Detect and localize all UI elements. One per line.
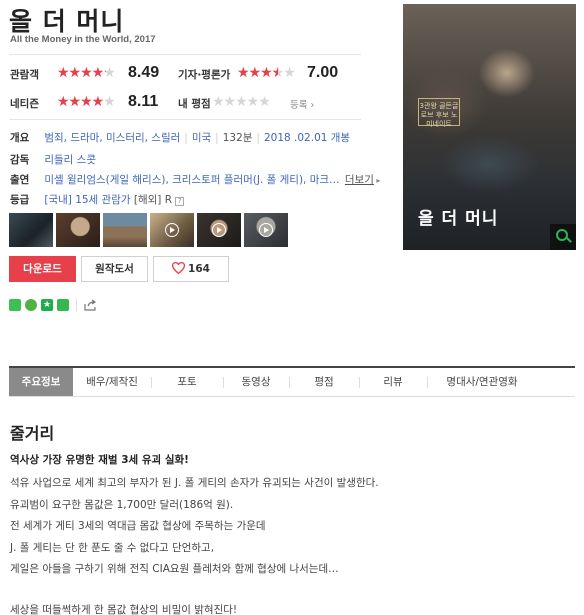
audience-stars: ★★★★★★★★★★ (57, 65, 116, 81)
overview-row: 개요 범죄, 드라마, 미스터리, 스릴러 | 미국 | 132분 | 2018 .02.0… (10, 130, 350, 145)
foreign-grade: [해외] R (133, 194, 173, 206)
synopsis-line: 전 세계가 게티 3세의 역대급 몸값 협상에 주목하는 가운데 (10, 520, 266, 532)
blog-share-icon[interactable] (9, 299, 21, 311)
separator (76, 299, 77, 311)
download-button[interactable]: 다운로드 (9, 256, 76, 282)
like-count: 164 (188, 263, 210, 275)
question-icon[interactable]: ? (175, 197, 185, 206)
director-row: 감독 리들리 스콧 (10, 152, 96, 167)
tab-photos[interactable]: 포토 (151, 368, 223, 396)
poster-title: 올 더 머니 (418, 209, 499, 229)
release-date-link[interactable]: 2018 .02.01 개봉 (264, 132, 350, 144)
poster-award-badge: 3관왕 골든글로브 후보 노미네이트 (418, 98, 460, 128)
media-thumbnails (9, 213, 288, 247)
my-rating-label: 내 평점 (178, 98, 211, 110)
chevron-right-icon: › (310, 100, 315, 111)
tab-reviews[interactable]: 리뷰 (359, 368, 427, 396)
grade-label: 등급 (10, 194, 30, 206)
divider (9, 54, 361, 55)
play-icon (259, 223, 273, 237)
director-label: 감독 (10, 154, 30, 166)
like-button[interactable]: 164 (153, 256, 229, 282)
synopsis-line: J. 폴 게티는 단 한 푼도 줄 수 없다고 단언하고, (10, 541, 215, 554)
video-thumbnail[interactable] (244, 213, 288, 247)
video-thumbnail[interactable] (197, 213, 241, 247)
zoom-icon[interactable] (550, 224, 576, 250)
synopsis-body: 역사상 가장 유명한 재벌 3세 유괴 실화! 석유 사업으로 세계 최고의 부… (10, 452, 570, 615)
audience-rating-label: 관람객 (10, 69, 39, 81)
netizen-score: 8.11 (128, 93, 159, 110)
tab-quotes-related[interactable]: 명대사/연관영화 (427, 368, 537, 396)
star-share-icon[interactable]: ★ (41, 299, 53, 311)
bookmark-share-icon[interactable] (57, 299, 69, 311)
cast-more-link[interactable]: 더보기 (345, 174, 374, 186)
tab-bar: 주요정보 배우/제작진 포토 동영상 평점 리뷰 명대사/연관영화 (9, 366, 575, 397)
cast-links[interactable]: 미셸 윌리엄스(게일 해리스), 크리스토퍼 플러머(J. 폴 게티), 마크… (44, 174, 339, 186)
synopsis-heading: 줄거리 (10, 424, 55, 443)
register-rating-link[interactable]: 등록 › (290, 97, 314, 111)
movie-subtitle: All the Money in the World, 2017 (10, 34, 156, 45)
netizen-stars: ★★★★★★★★★★ (57, 94, 116, 110)
domestic-grade-link[interactable]: [국내] 15세 관람가 (44, 194, 130, 206)
photo-thumbnail[interactable] (56, 213, 100, 247)
separator: | (184, 132, 188, 144)
synopsis-line: 게일은 아들을 구하기 위해 전직 CIA요원 플레처와 함께 협상에 나서는데… (10, 563, 339, 575)
synopsis-closing: 세상을 떠들썩하게 한 몸값 협상의 비밀이 밝혀진다! (10, 603, 238, 615)
share-icon[interactable] (84, 299, 97, 311)
movie-poster[interactable]: 3관왕 골든글로브 후보 노미네이트 올 더 머니 (403, 4, 576, 250)
play-icon (212, 223, 226, 237)
movie-title: 올 더 머니 (9, 7, 125, 36)
tab-videos[interactable]: 동영상 (223, 368, 289, 396)
genre-link[interactable]: 범죄, 드라마, 미스터리, 스릴러 (44, 132, 180, 144)
cafe-share-icon[interactable] (25, 299, 37, 311)
register-rating-label: 등록 (290, 100, 308, 111)
overview-label: 개요 (10, 132, 30, 144)
synopsis-line: 석유 사업으로 세계 최고의 부자가 된 J. 폴 게티의 손자가 유괴되는 사… (10, 477, 379, 489)
my-rating-stars[interactable]: ★★★★★★★★★★ (212, 95, 271, 109)
netizen-rating-label: 네티즌 (10, 98, 39, 110)
runtime: 132분 (222, 132, 253, 144)
share-icons: ★ (9, 299, 97, 311)
separator: | (215, 132, 219, 144)
cast-row: 출연 미셸 윌리엄스(게일 해리스), 크리스토퍼 플러머(J. 폴 게티), … (10, 172, 380, 187)
caret-right-icon: ▸ (373, 176, 381, 185)
critics-score: 7.00 (307, 64, 339, 81)
divider (9, 119, 361, 120)
audience-score: 8.49 (128, 64, 160, 81)
tab-ratings[interactable]: 평점 (289, 368, 359, 396)
photo-thumbnail[interactable] (9, 213, 53, 247)
critics-rating-label: 기자·평론가 (178, 69, 231, 81)
director-link[interactable]: 리들리 스콧 (44, 154, 96, 166)
tab-cast-crew[interactable]: 배우/제작진 (73, 368, 151, 396)
video-thumbnail[interactable] (150, 213, 194, 247)
original-book-button[interactable]: 원작도서 (81, 256, 148, 282)
critics-stars: ★★★★★★★★★★ (237, 65, 296, 81)
heart-icon (171, 259, 186, 275)
synopsis-lead: 역사상 가장 유명한 재벌 3세 유괴 실화! (10, 454, 189, 466)
cast-label: 출연 (10, 174, 30, 186)
tab-main-info[interactable]: 주요정보 (9, 368, 73, 396)
photo-thumbnail[interactable] (103, 213, 147, 247)
play-icon (165, 223, 179, 237)
synopsis-line: 유괴범이 요구한 몸값은 1,700만 달러(186억 원). (10, 498, 234, 511)
separator: | (256, 132, 260, 144)
country-link[interactable]: 미국 (192, 132, 211, 144)
grade-row: 등급 [국내] 15세 관람가 [해외] R ? (10, 192, 185, 207)
